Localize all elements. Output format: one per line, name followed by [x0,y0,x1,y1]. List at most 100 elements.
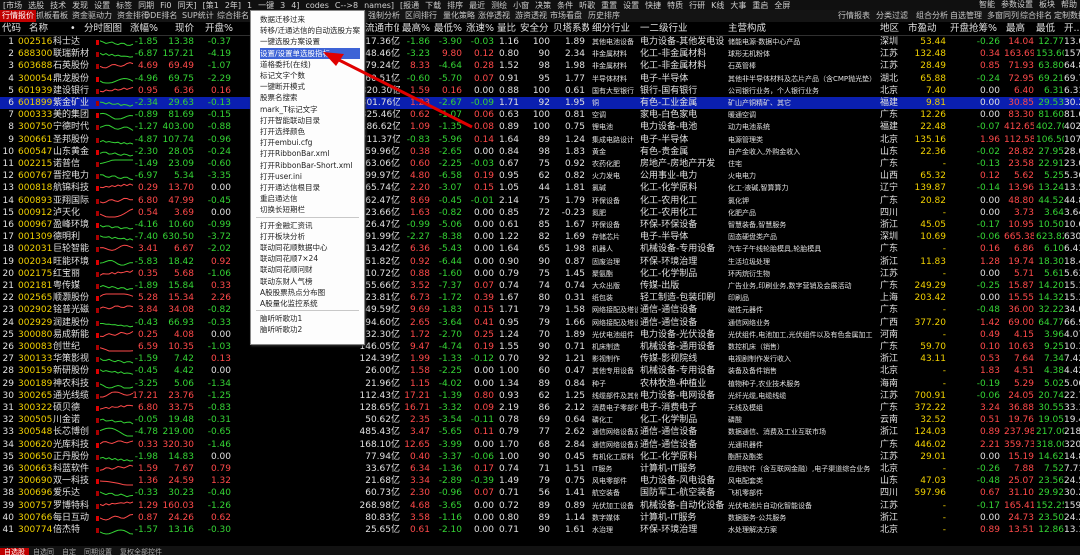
context-menu-item[interactable]: 重启通达信 [260,193,360,204]
table-row[interactable]: 37 300690 双一科技 1.36 24.59 1.32 21.68亿 3.34 -2.89… [0,475,1080,487]
context-menu-item[interactable]: 联动同花顺数据中心 [260,242,360,253]
table-row[interactable]: 21 002181 粤传媒 -1.89 15.84 0.33 55.66亿 3.52 -7.37… [0,280,1080,292]
col-header[interactable]: 开... [1064,22,1080,35]
tab-6[interactable]: 综合排名 [215,10,251,22]
table-row[interactable]: 23 002902 铭普光磁 3.84 34.08 -0.82 49.59亿 9.69 -1.8… [0,304,1080,316]
table-row[interactable]: 11 002215 诺普信 -1.49 23.09 -0.60 63.06亿 0.60 -2.2… [0,158,1080,170]
context-menu-item[interactable]: 切换长短期栏 [260,204,360,215]
context-menu-item[interactable]: A股量化监控系统 [260,298,360,309]
table-row[interactable]: 22 002565 顺灏股份 5.28 15.34 2.26 123.81亿 6.73 -1.7… [0,292,1080,304]
menu-item[interactable]: 选股 [25,1,47,10]
menu-item[interactable]: 条件 [554,1,576,10]
menu-item[interactable]: 4] [288,1,302,10]
tab-far-3[interactable]: 自选管理 [948,10,984,22]
context-menu-item[interactable]: 打开板块分析 [260,231,360,242]
tab-right-6[interactable]: 历史排序 [586,10,622,22]
tab-far-4[interactable]: 多窗同列 [985,10,1021,22]
menu-item[interactable]: 设置 [620,1,642,10]
menu-item[interactable]: 技术 [47,1,69,10]
tab-right-5[interactable]: 市场看盘 [548,10,584,22]
context-menu-item[interactable]: 打开智能联动目录 [260,115,360,126]
status-tab[interactable]: 自选同 [29,548,58,555]
col-header[interactable]: 最高 [1006,22,1032,35]
tab-0[interactable]: 行情报价 [0,10,36,22]
menu-item[interactable]: 大事 [727,1,749,10]
col-header[interactable]: 名称 [29,22,69,35]
tab-right-4[interactable]: 游资透视 [513,10,549,22]
menu-item[interactable]: K线 [708,1,727,10]
context-menu-item[interactable]: 打开user.ini [260,171,360,182]
table-row[interactable]: 14 600893 亚翔国际 6.80 47.99 -0.45 262.47亿 8.69 -0.… [0,195,1080,207]
col-header[interactable]: 代码 [2,22,26,35]
col-header[interactable]: 一二级行业 [640,22,692,35]
table-row[interactable]: 5 601939 建设银行 0.95 6.36 0.16 1820.30亿 1.59 0.16 0… [0,85,1080,97]
table-row[interactable]: 31 300322 硕贝德 6.80 33.75 -0.83 128.65亿 16.71 -3.… [0,402,1080,414]
table-row[interactable]: 16 000967 盈峰环境 -4.16 10.60 -0.99 126.47亿 -0.99-… [0,219,1080,231]
col-header[interactable]: 现价 [160,22,194,35]
menu-item[interactable]: 测绘 [488,1,510,10]
menu-item[interactable]: codes [302,1,331,10]
tab-1[interactable]: 抓板看板 [34,10,70,22]
menu-item[interactable]: 板块 [1036,0,1058,10]
menu-item[interactable]: 同期 [135,1,157,10]
tab-right-0[interactable]: 强制分析 [366,10,402,22]
table-row[interactable]: 8 300750 宁德时代 -1.27 403.00 -0.88 0186.62亿 1.09-… [0,121,1080,133]
col-header[interactable]: 地区 [880,22,902,35]
menu-item[interactable]: 快捷 [642,1,664,10]
col-header[interactable]: 主营构成 [728,22,868,35]
table-row[interactable]: 7 000333 美的集团 -0.89 81.69 -0.15 3825.46亿 0.62 -1… [0,109,1080,121]
context-menu-item[interactable]: 股票名搜索 [260,92,360,103]
table-row[interactable]: 36 300663 科蓝软件 1.59 7.67 0.79 33.67亿 6.34 -1.36 0… [0,463,1080,475]
status-tab[interactable]: 复权全部控件 [116,548,166,555]
table-row[interactable]: 26 300083 创世纪 6.59 10.35 -1.03 146.05亿 9.47 -4.7… [0,341,1080,353]
tab-right-2[interactable]: 量化策略 [441,10,477,22]
table-row[interactable]: 2 688300 联瑞新材 -6.87 157.21 -4.19 148.46亿 -3.23 9… [0,48,1080,60]
col-header[interactable]: 量比 [497,22,519,35]
context-menu-item[interactable]: 打开选择颜色 [260,126,360,137]
tab-right-1[interactable]: 区间排行 [403,10,439,22]
context-menu-item[interactable]: 联动同花顺7×24 [260,253,360,264]
menu-item[interactable]: 帮助 [1058,0,1080,10]
menu-item[interactable]: 一键 [255,1,277,10]
table-row[interactable]: 27 300133 华策影视 -1.59 7.42 0.13 124.39亿 1.99 -1.3… [0,353,1080,365]
tab-far-5[interactable]: 综合排名 [1018,10,1054,22]
menu-item[interactable]: 决策 [532,1,554,10]
context-menu-item[interactable]: 打开RibbonBar-Short.xml [260,160,360,171]
table-row[interactable]: 1 002516 科士达 -1.85 13.38 -0.37 117.36亿 -1.86 -3.… [0,36,1080,48]
table-row[interactable]: 10 600547 山东黄金 -2.30 28.05 -0.24 459.96亿 0.38 -2… [0,146,1080,158]
menu-item[interactable]: 最近 [466,1,488,10]
menu-item[interactable]: 智能 [976,0,998,10]
menu-item[interactable]: 下载 [422,1,444,10]
context-menu-item[interactable]: A股股票热点分布图 [260,287,360,298]
col-header[interactable]: 涨速% [466,22,494,35]
tab-right-3[interactable]: 涨停透视 [476,10,512,22]
menu-item[interactable]: 行研 [686,1,708,10]
menu-item[interactable]: 听歌 [576,1,598,10]
menu-item[interactable]: 重置 [598,1,620,10]
col-header[interactable]: 最高% [402,22,430,35]
menu-item[interactable]: 特质 [664,1,686,10]
table-row[interactable]: 40 300766 每日互动 0.87 24.26 0.62 80.83亿 3.58 -1.16… [0,512,1080,524]
menu-item[interactable]: 1 [244,1,255,10]
menu-item[interactable]: [策1 [200,1,222,10]
table-row[interactable]: 6 601899 紫金矿业 -2.34 29.63 -0.13 4301.76亿 1.23 -2… [0,97,1080,109]
table-row[interactable]: 33 300548 长芯博创 -4.78 219.00 -0.65 485.43亿 3.47-… [0,426,1080,438]
context-menu-item[interactable]: 脑听听歌功1 [260,313,360,324]
context-menu-item[interactable]: mark_T标记文字 [260,104,360,115]
table-row[interactable]: 18 002031 巨轮智能 3.41 6.67 -2.02 113.42亿 6.36 -5.4… [0,243,1080,255]
table-row[interactable]: 25 300080 易成新能 0.25 4.08 0.00 32.30亿 1.72 -2.70 0… [0,329,1080,341]
menu-item[interactable]: names] [361,1,397,10]
context-menu-item[interactable]: 联动同花顺问财 [260,264,360,275]
col-header[interactable]: 开盘% [197,22,233,35]
table-row[interactable]: 39 300757 罗博特科 1.29 160.03 -1.26 268.98亿 4.68 -3… [0,500,1080,512]
menu-item[interactable]: 小窗 [510,1,532,10]
context-menu-item[interactable]: 脑听听歌功2 [260,324,360,335]
status-tab[interactable]: 自选股 [0,548,29,555]
menu-item[interactable]: 标签 [113,1,135,10]
table-row[interactable]: 12 600767 晋控电力 -6.97 5.34 -3.35 99.97亿 4.80 -6.5… [0,170,1080,182]
table-row[interactable]: 32 300505 川金诺 -0.05 19.48 -0.31 50.62亿 2.35 -3.5… [0,414,1080,426]
context-menu-item[interactable]: 设置/设置单选股指标 [260,47,360,59]
menu-item[interactable]: 同天] [174,1,199,10]
menu-item[interactable]: [市场 [0,1,25,10]
context-menu-item[interactable]: 转移/迁通达信的自动选股方案 [260,25,360,36]
